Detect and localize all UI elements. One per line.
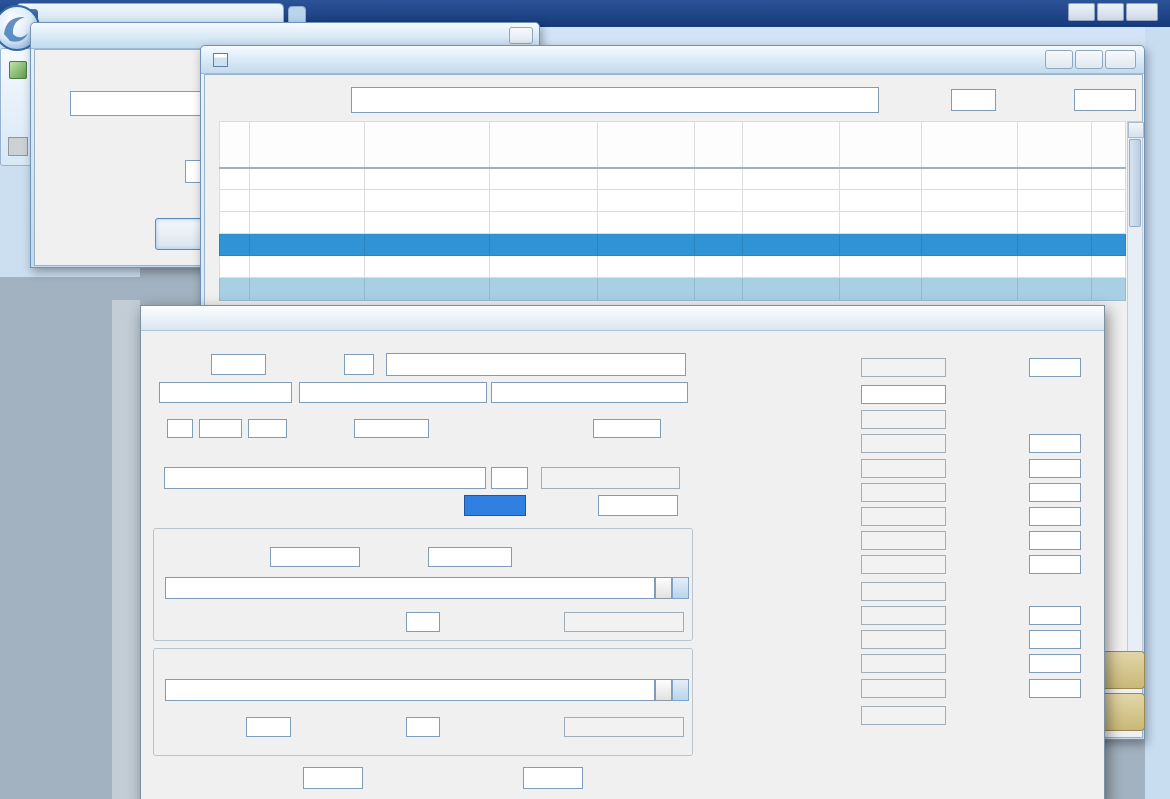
folder-icon	[8, 137, 28, 156]
calc-value	[861, 434, 946, 453]
minimize-button[interactable]	[1068, 3, 1095, 21]
col-header-pio[interactable]	[743, 122, 840, 168]
subject-input[interactable]	[70, 91, 205, 116]
calc-value	[861, 706, 946, 725]
calc-row	[141, 385, 1101, 405]
calc-row	[141, 731, 1101, 751]
calc-value	[861, 483, 946, 502]
payroll-window-icon	[213, 53, 228, 67]
calc-row	[141, 531, 1101, 551]
col-header-dop[interactable]	[1092, 122, 1126, 168]
table-row[interactable]	[220, 168, 1126, 190]
calc-value	[861, 679, 946, 698]
payroll-titlebar	[201, 46, 1144, 74]
vertical-scrollbar[interactable]	[1127, 121, 1143, 673]
total-label	[365, 278, 490, 301]
scrollbar-thumb[interactable]	[1129, 139, 1141, 227]
browser-right-strip	[1145, 27, 1170, 799]
grid-header-row	[220, 122, 1126, 168]
calc-row	[141, 630, 1101, 650]
caption-buttons	[1043, 50, 1136, 69]
calc-value[interactable]	[861, 385, 946, 404]
col-header-rb[interactable]	[220, 122, 250, 168]
month-input[interactable]	[951, 89, 996, 111]
table-row[interactable]	[220, 190, 1126, 212]
table-row[interactable]	[220, 256, 1126, 278]
calc-row	[141, 483, 1101, 503]
calc-extra-value[interactable]	[1029, 531, 1081, 550]
minimize-button[interactable]	[1045, 50, 1073, 69]
close-button[interactable]	[1126, 3, 1158, 21]
end-day-field[interactable]	[523, 767, 583, 789]
close-button[interactable]	[509, 27, 533, 44]
calc-row	[141, 606, 1101, 626]
calc-value	[861, 630, 946, 649]
col-header-surname[interactable]	[365, 122, 490, 168]
legal-subject-input[interactable]	[351, 87, 879, 113]
calc-value	[861, 555, 946, 574]
col-header-bruto[interactable]	[598, 122, 695, 168]
calc-extra-value[interactable]	[1029, 555, 1081, 574]
maximize-button[interactable]	[1097, 3, 1124, 21]
employee-detail-dialog	[140, 305, 1105, 799]
col-header-dop-zo[interactable]	[1018, 122, 1092, 168]
calc-extra-value[interactable]	[1029, 434, 1081, 453]
app-icon	[9, 61, 27, 79]
calc-value	[861, 410, 946, 429]
detail-titlebar	[141, 306, 1104, 331]
col-header-dop-pio[interactable]	[840, 122, 922, 168]
calc-value	[861, 531, 946, 550]
calc-value	[861, 582, 946, 601]
screen	[0, 0, 1170, 799]
calc-extra-value[interactable]	[1029, 483, 1081, 502]
table-row[interactable]	[220, 212, 1126, 234]
col-header-hours[interactable]	[695, 122, 743, 168]
calc-extra-value[interactable]	[1029, 606, 1081, 625]
table-row-selected[interactable]	[220, 234, 1126, 256]
calc-extra-value[interactable]	[1029, 654, 1081, 673]
calc-row	[141, 507, 1101, 527]
calc-value	[861, 606, 946, 625]
start-day-field[interactable]	[303, 767, 363, 789]
calc-extra-value[interactable]	[1029, 358, 1081, 377]
calc-extra-value[interactable]	[1029, 459, 1081, 478]
calc-value	[861, 654, 946, 673]
col-header-zo[interactable]	[922, 122, 1018, 168]
calc-extra-value[interactable]	[1029, 507, 1081, 526]
calc-row	[141, 679, 1101, 699]
col-header-neto[interactable]	[490, 122, 598, 168]
calc-value	[861, 358, 946, 377]
calc-row	[141, 358, 1101, 378]
payroll-grid	[219, 121, 1126, 301]
calc-row	[141, 555, 1101, 575]
calc-row	[141, 410, 1101, 430]
col-header-name[interactable]	[250, 122, 365, 168]
calc-extra-value[interactable]	[1029, 679, 1081, 698]
calc-row	[141, 654, 1101, 674]
grid-total-row	[220, 278, 1126, 301]
calc-value	[861, 459, 946, 478]
close-button[interactable]	[1105, 50, 1136, 69]
calc-value	[861, 507, 946, 526]
calc-row	[141, 706, 1101, 726]
calc-row	[141, 459, 1101, 479]
year-input[interactable]	[1074, 89, 1136, 111]
scroll-up-button[interactable]	[1128, 122, 1144, 138]
background-window-edge	[112, 300, 140, 799]
restore-button[interactable]	[1075, 50, 1103, 69]
calc-extra-value[interactable]	[1029, 630, 1081, 649]
calc-row	[141, 582, 1101, 602]
calc-row	[141, 434, 1101, 454]
